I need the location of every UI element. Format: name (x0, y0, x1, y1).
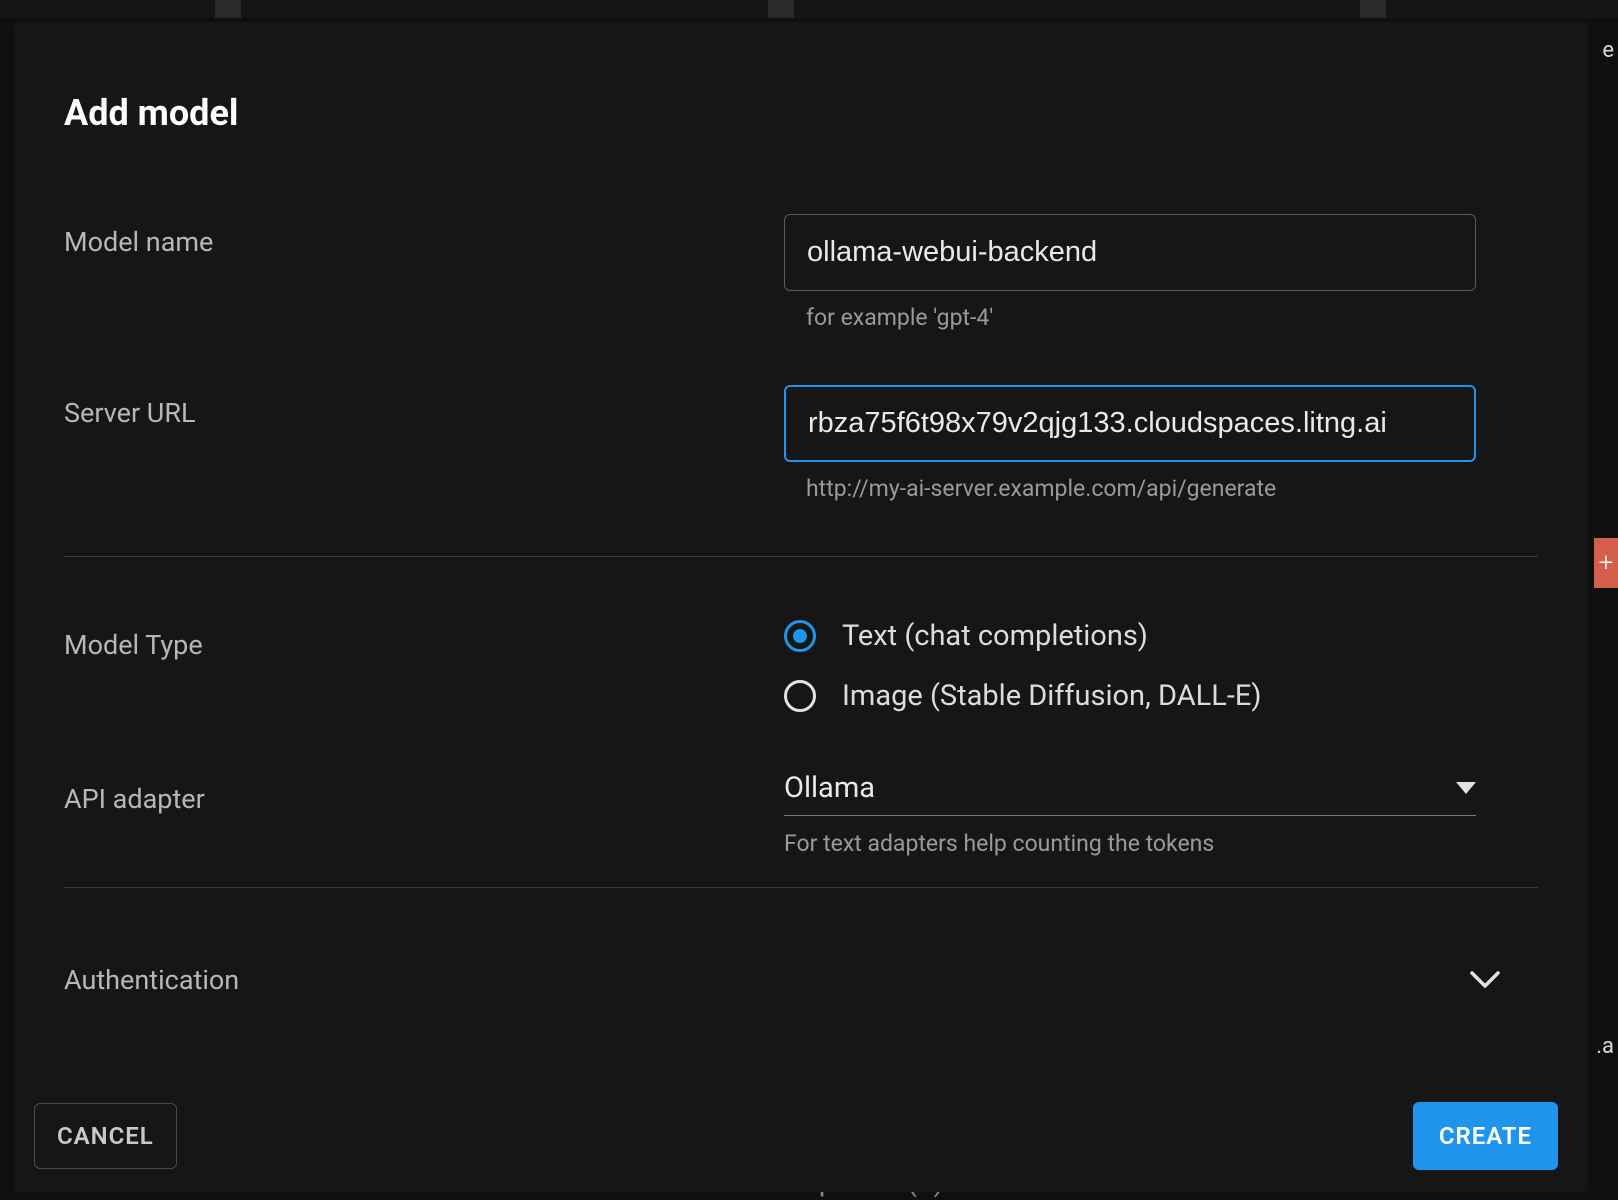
background-tab (1360, 0, 1386, 18)
radio-label: Text (chat completions) (842, 619, 1148, 653)
model-name-hint: for example 'gpt-4' (806, 304, 1538, 331)
model-type-row: Model Type Text (chat completions) Image… (64, 617, 1538, 713)
model-type-label: Model Type (64, 617, 784, 661)
caret-down-icon (1456, 782, 1476, 794)
radio-text-completions[interactable]: Text (chat completions) (784, 619, 1538, 653)
background-tabs (0, 0, 1618, 18)
server-url-row: Server URL http://my-ai-server.example.c… (64, 385, 1538, 502)
api-adapter-hint: For text adapters help counting the toke… (784, 830, 1538, 857)
api-adapter-row: API adapter Ollama For text adapters hel… (64, 771, 1538, 857)
server-url-label: Server URL (64, 385, 784, 429)
model-name-label: Model name (64, 214, 784, 258)
modal-title: Add model (64, 92, 1538, 134)
plus-icon: + (1599, 548, 1614, 578)
model-name-input[interactable] (784, 214, 1476, 291)
api-adapter-value: Ollama (784, 771, 875, 805)
create-button[interactable]: CREATE (1413, 1102, 1558, 1170)
radio-icon (784, 620, 816, 652)
divider (64, 556, 1538, 557)
add-fab[interactable]: + (1594, 538, 1618, 588)
radio-image[interactable]: Image (Stable Diffusion, DALL-E) (784, 679, 1538, 713)
background-text: .a (1596, 1034, 1614, 1059)
radio-icon (784, 680, 816, 712)
background-tab (768, 0, 794, 18)
server-url-input[interactable] (784, 385, 1476, 462)
background-tab (215, 0, 241, 18)
divider (64, 887, 1538, 888)
authentication-accordion[interactable]: Authentication (64, 964, 1538, 996)
background-text: e (1602, 38, 1614, 63)
authentication-label: Authentication (64, 964, 239, 996)
api-adapter-label: API adapter (64, 771, 784, 815)
server-url-hint: http://my-ai-server.example.com/api/gene… (806, 475, 1538, 502)
add-model-modal: Add model Model name for example 'gpt-4'… (14, 22, 1588, 1192)
modal-footer: CANCEL CREATE (34, 1102, 1558, 1170)
model-name-row: Model name for example 'gpt-4' (64, 214, 1538, 331)
cancel-button[interactable]: CANCEL (34, 1103, 177, 1169)
model-type-radio-group: Text (chat completions) Image (Stable Di… (784, 617, 1538, 713)
api-adapter-select[interactable]: Ollama (784, 771, 1476, 816)
chevron-down-icon (1470, 971, 1500, 989)
radio-label: Image (Stable Diffusion, DALL-E) (842, 679, 1261, 713)
